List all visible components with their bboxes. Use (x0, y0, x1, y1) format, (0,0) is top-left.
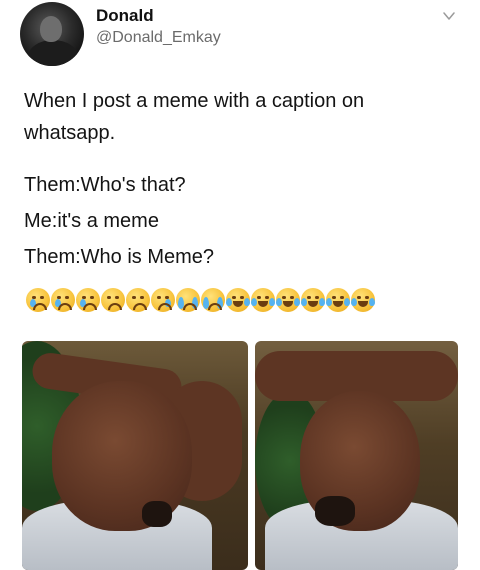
loudly-crying-face-icon (201, 288, 225, 312)
face-with-tears-of-joy-icon (301, 288, 325, 312)
author-handle[interactable]: @Donald_Emkay (96, 29, 221, 47)
avatar[interactable] (20, 2, 84, 66)
tweet-text-line: When I post a meme with a caption on (24, 90, 365, 112)
weary-face-icon (126, 288, 150, 312)
tweet-text-line: whatsapp. (24, 122, 116, 144)
face-with-tears-of-joy-icon (226, 288, 250, 312)
meme-photo-right[interactable] (255, 341, 458, 570)
tweet-text-line: Me:it's a meme (24, 210, 159, 232)
face-with-tears-of-joy-icon (251, 288, 275, 312)
tweet-text-line: Them:Who's that? (24, 174, 186, 196)
crying-face-icon (26, 288, 50, 312)
face-with-tears-of-joy-icon (351, 288, 375, 312)
loudly-crying-face-icon (176, 288, 200, 312)
tweet-text-line: Them:Who is Meme? (24, 246, 215, 268)
beard (315, 496, 355, 526)
meme-photo-left[interactable] (22, 341, 248, 570)
tweet-header: Donald @Donald_Emkay (0, 0, 480, 70)
author-name[interactable]: Donald (96, 6, 154, 26)
weary-face-icon (101, 288, 125, 312)
beard (142, 501, 172, 527)
crying-face-icon (51, 288, 75, 312)
chevron-down-icon[interactable] (441, 8, 457, 24)
emoji-row (26, 288, 375, 318)
crying-face-icon (151, 288, 175, 312)
crying-face-icon (76, 288, 100, 312)
avatar-silhouette-body (28, 40, 78, 66)
face-with-tears-of-joy-icon (326, 288, 350, 312)
avatar-silhouette-face (40, 16, 62, 42)
face-with-tears-of-joy-icon (276, 288, 300, 312)
